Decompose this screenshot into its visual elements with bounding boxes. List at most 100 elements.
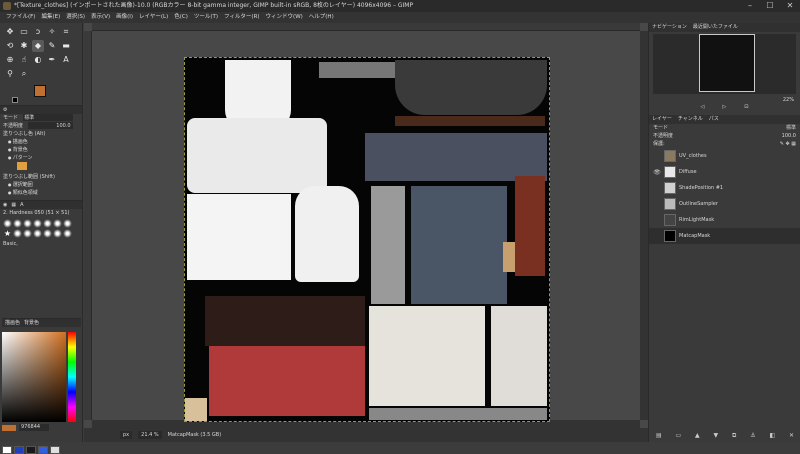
delete-layer-icon[interactable]: ✕ (789, 432, 794, 442)
colors-tab-bg[interactable]: 背景色 (24, 319, 39, 327)
opacity-slider[interactable]: 100.0 (27, 122, 73, 129)
tab-layers[interactable]: レイヤー (652, 115, 672, 124)
new-layer-icon[interactable]: ▤ (656, 432, 662, 442)
layers-opacity-value[interactable]: 100.0 (782, 132, 796, 140)
move-tool-icon[interactable]: ✥ (4, 26, 16, 38)
fill-bg-radio[interactable]: 背景色 (0, 146, 82, 154)
crop-tool-icon[interactable]: ⌗ (60, 26, 72, 38)
menu-image[interactable]: 画像(I) (113, 12, 136, 23)
brush-item[interactable] (63, 219, 72, 228)
brush-item[interactable] (63, 229, 72, 238)
brushes-tab-icon[interactable]: ◉ (3, 201, 7, 209)
brush-item[interactable] (23, 229, 32, 238)
raise-layer-icon[interactable]: ▲ (695, 432, 700, 442)
rect-select-tool-icon[interactable]: ▭ (18, 26, 30, 38)
patterns-tab-icon[interactable]: ▦ (11, 201, 16, 209)
brush-item[interactable] (53, 229, 62, 238)
pattern-swatch[interactable] (17, 162, 27, 170)
smudge-tool-icon[interactable]: ☝ (18, 54, 30, 66)
menu-windows[interactable]: ウィンドウ(W) (263, 12, 306, 23)
layer-row[interactable]: OutlineSampler (649, 196, 800, 212)
lower-layer-icon[interactable]: ▼ (714, 432, 719, 442)
menu-colors[interactable]: 色(C) (171, 12, 191, 23)
swatch-blue[interactable] (14, 446, 24, 454)
maximize-button[interactable]: ☐ (760, 0, 780, 12)
menu-help[interactable]: ヘルプ(H) (306, 12, 337, 23)
fuzzy-select-tool-icon[interactable]: ✧ (46, 26, 58, 38)
affected-selection-radio[interactable]: 選択範囲 (0, 181, 82, 189)
color-picker-tool-icon[interactable]: ⚲ (4, 68, 16, 80)
tool-options-tab-icon[interactable]: ⚙ (3, 106, 7, 114)
brush-item[interactable] (43, 229, 52, 238)
dodge-tool-icon[interactable]: ◐ (32, 54, 44, 66)
layer-row[interactable]: UV_clothes (649, 148, 800, 164)
texture-image[interactable] (184, 57, 550, 422)
lasso-tool-icon[interactable]: ↄ (32, 26, 44, 38)
clone-tool-icon[interactable]: ⊕ (4, 54, 16, 66)
layers-mode-select[interactable]: 標準 (786, 124, 796, 132)
swatch-blue-2[interactable] (38, 446, 48, 454)
hue-strip[interactable] (68, 332, 76, 422)
warp-tool-icon[interactable]: ✱ (18, 40, 30, 52)
minimize-button[interactable]: – (740, 0, 760, 12)
unit-select[interactable]: px (120, 431, 133, 439)
fill-pattern-radio[interactable]: パターン (0, 154, 82, 162)
navigation-preview[interactable] (653, 34, 796, 94)
paintbrush-tool-icon[interactable]: ✎ (46, 40, 58, 52)
tab-channels[interactable]: チャンネル (678, 115, 703, 124)
tab-navigation[interactable]: ナビゲーション (652, 23, 687, 32)
fonts-tab-icon[interactable]: A (20, 201, 23, 209)
colors-tab-fg[interactable]: 描画色 (5, 319, 20, 327)
star-brush-icon[interactable]: ★ (3, 229, 12, 238)
path-tool-icon[interactable]: ✒ (46, 54, 58, 66)
brush-item[interactable] (13, 229, 22, 238)
menu-tools[interactable]: ツール(T) (191, 12, 221, 23)
menu-select[interactable]: 選択(S) (63, 12, 88, 23)
menu-view[interactable]: 表示(V) (88, 12, 113, 23)
zoom-in-icon[interactable]: ▷ (722, 104, 726, 112)
navigation-thumbnail[interactable] (699, 34, 755, 92)
mask-icon[interactable]: ◧ (769, 432, 775, 442)
vertical-ruler[interactable] (84, 31, 92, 420)
eraser-tool-icon[interactable]: ▬ (60, 40, 72, 52)
bucket-fill-tool-icon[interactable]: ◆ (32, 40, 44, 52)
zoom-fit-icon[interactable]: ⊡ (744, 104, 748, 112)
brush-item[interactable] (33, 229, 42, 238)
menu-file[interactable]: ファイル(F) (3, 12, 38, 23)
tab-recent-files[interactable]: 最近開いたファイル (693, 23, 738, 32)
foreground-color-swatch[interactable] (34, 85, 46, 97)
brush-item[interactable] (33, 219, 42, 228)
swatch-black[interactable] (26, 446, 36, 454)
close-button[interactable]: ✕ (780, 0, 800, 12)
eye-icon[interactable]: 👁 (653, 169, 661, 176)
brush-item[interactable] (3, 219, 12, 228)
horizontal-ruler[interactable] (92, 23, 640, 31)
swatch-light[interactable] (50, 446, 60, 454)
layer-row-selected[interactable]: MatcapMask (649, 228, 800, 244)
affected-similar-radio[interactable]: 類似色領域 (0, 189, 82, 197)
mode-select[interactable]: 標準 (22, 114, 73, 121)
layer-row[interactable]: 👁 Diffuse (649, 164, 800, 180)
brush-item[interactable] (43, 219, 52, 228)
layer-row[interactable]: ShadePosition #1 (649, 180, 800, 196)
brush-item[interactable] (53, 219, 62, 228)
zoom-tool-icon[interactable]: ⌕ (18, 68, 30, 80)
menu-layer[interactable]: レイヤー(L) (136, 12, 171, 23)
color-gradient-area[interactable] (2, 332, 66, 422)
menu-filters[interactable]: フィルター(R) (221, 12, 263, 23)
layer-row[interactable]: RimLightMask (649, 212, 800, 228)
navigation-zoom[interactable]: 22% (649, 96, 800, 104)
fill-fg-radio[interactable]: 描画色 (0, 138, 82, 146)
tab-paths[interactable]: パス (709, 115, 719, 124)
anchor-layer-icon[interactable]: ⚓ (750, 432, 755, 442)
canvas-area[interactable] (84, 23, 648, 428)
brush-item[interactable] (23, 219, 32, 228)
zoom-select[interactable]: 21.4 % (138, 431, 162, 439)
swatch-white[interactable] (2, 446, 12, 454)
new-group-icon[interactable]: ▭ (675, 432, 681, 442)
vertical-scrollbar[interactable] (640, 31, 648, 420)
duplicate-layer-icon[interactable]: ⧉ (732, 432, 736, 442)
hex-input[interactable]: 976844 (19, 424, 49, 431)
default-colors-icon[interactable] (12, 97, 18, 103)
transform-tool-icon[interactable]: ⟲ (4, 40, 16, 52)
